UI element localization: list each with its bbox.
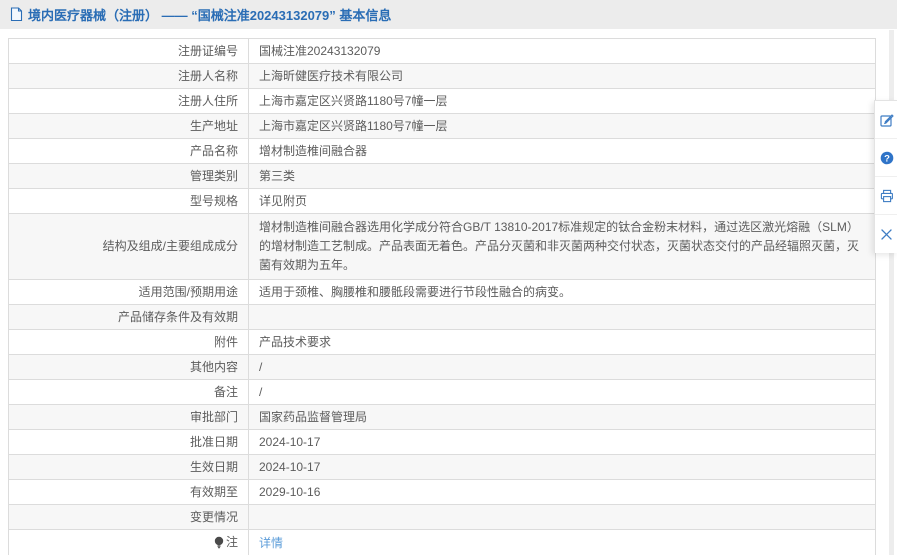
- row-label: 结构及组成/主要组成成分: [8, 213, 249, 280]
- table-row-structure: 结构及组成/主要组成成分 增材制造椎间融合器选用化学成分符合GB/T 13810…: [8, 213, 876, 280]
- row-label: 型号规格: [8, 188, 249, 214]
- detail-link[interactable]: 详情: [259, 536, 283, 550]
- row-label: 注册人住所: [8, 88, 249, 114]
- print-icon: [880, 189, 894, 203]
- table-row: 变更情况: [8, 504, 876, 530]
- help-icon: ?: [880, 151, 894, 165]
- document-icon: [10, 7, 23, 22]
- row-label: 管理类别: [8, 163, 249, 189]
- row-label: 注册人名称: [8, 63, 249, 89]
- floating-toolbar: ?: [874, 100, 897, 253]
- help-button[interactable]: ?: [875, 139, 897, 177]
- bulb-icon: [214, 536, 224, 549]
- row-value: 适用于颈椎、胸腰椎和腰骶段需要进行节段性融合的病变。: [248, 279, 876, 305]
- row-label: 注册证编号: [8, 38, 249, 64]
- row-label: 适用范围/预期用途: [8, 279, 249, 305]
- table-row: 适用范围/预期用途 适用于颈椎、胸腰椎和腰骶段需要进行节段性融合的病变。: [8, 279, 876, 305]
- row-value: 详情: [248, 529, 876, 555]
- note-label-text: 注: [225, 535, 238, 549]
- table-row: 生效日期 2024-10-17: [8, 454, 876, 480]
- table-row: 审批部门 国家药品监督管理局: [8, 404, 876, 430]
- row-label: 生产地址: [8, 113, 249, 139]
- table-row: 管理类别 第三类: [8, 163, 876, 189]
- table-row: 附件 产品技术要求: [8, 329, 876, 355]
- table-row-note: 注 详情: [8, 529, 876, 555]
- row-value: 2024-10-17: [248, 454, 876, 480]
- table-row: 注册证编号 国械注准20243132079: [8, 38, 876, 64]
- table-row: 型号规格 详见附页: [8, 188, 876, 214]
- row-label: 变更情况: [8, 504, 249, 530]
- registration-info-table: 注册证编号 国械注准20243132079 注册人名称 上海昕健医疗技术有限公司…: [8, 38, 876, 555]
- row-label: 生效日期: [8, 454, 249, 480]
- row-value: 国械注准20243132079: [248, 38, 876, 64]
- table-row: 产品储存条件及有效期: [8, 304, 876, 330]
- row-label: 批准日期: [8, 429, 249, 455]
- edit-icon: [880, 113, 894, 127]
- row-label: 产品名称: [8, 138, 249, 164]
- table-row: 注册人住所 上海市嘉定区兴贤路1180号7幢一层: [8, 88, 876, 114]
- close-button[interactable]: [875, 215, 897, 253]
- row-value: 增材制造椎间融合器选用化学成分符合GB/T 13810-2017标准规定的钛合金…: [248, 213, 876, 280]
- row-value: 增材制造椎间融合器: [248, 138, 876, 164]
- row-label: 附件: [8, 329, 249, 355]
- row-label: 产品储存条件及有效期: [8, 304, 249, 330]
- row-value: 上海市嘉定区兴贤路1180号7幢一层: [248, 113, 876, 139]
- row-value: 产品技术要求: [248, 329, 876, 355]
- page-header: 境内医疗器械（注册） —— “国械注准20243132079” 基本信息: [0, 0, 897, 29]
- table-row: 有效期至 2029-10-16: [8, 479, 876, 505]
- registration-detail-page: 境内医疗器械（注册） —— “国械注准20243132079” 基本信息 注册证…: [0, 0, 897, 555]
- table-row: 其他内容 /: [8, 354, 876, 380]
- row-value: 上海昕健医疗技术有限公司: [248, 63, 876, 89]
- row-value: /: [248, 354, 876, 380]
- row-label: 有效期至: [8, 479, 249, 505]
- table-row: 产品名称 增材制造椎间融合器: [8, 138, 876, 164]
- table-row: 备注 /: [8, 379, 876, 405]
- row-label: 备注: [8, 379, 249, 405]
- row-value: 详见附页: [248, 188, 876, 214]
- close-icon: [880, 228, 893, 241]
- row-label: 注: [8, 529, 249, 555]
- table-row: 批准日期 2024-10-17: [8, 429, 876, 455]
- svg-text:?: ?: [884, 153, 890, 164]
- table-row: 注册人名称 上海昕健医疗技术有限公司: [8, 63, 876, 89]
- row-value: 第三类: [248, 163, 876, 189]
- row-value: 2024-10-17: [248, 429, 876, 455]
- print-button[interactable]: [875, 177, 897, 215]
- page-title: 境内医疗器械（注册） —— “国械注准20243132079” 基本信息: [28, 8, 392, 23]
- row-value: 上海市嘉定区兴贤路1180号7幢一层: [248, 88, 876, 114]
- edit-button[interactable]: [875, 101, 897, 139]
- table-row: 生产地址 上海市嘉定区兴贤路1180号7幢一层: [8, 113, 876, 139]
- row-value: /: [248, 379, 876, 405]
- row-label: 其他内容: [8, 354, 249, 380]
- row-value: [248, 304, 876, 330]
- row-value: 2029-10-16: [248, 479, 876, 505]
- row-label: 审批部门: [8, 404, 249, 430]
- row-value: [248, 504, 876, 530]
- row-value: 国家药品监督管理局: [248, 404, 876, 430]
